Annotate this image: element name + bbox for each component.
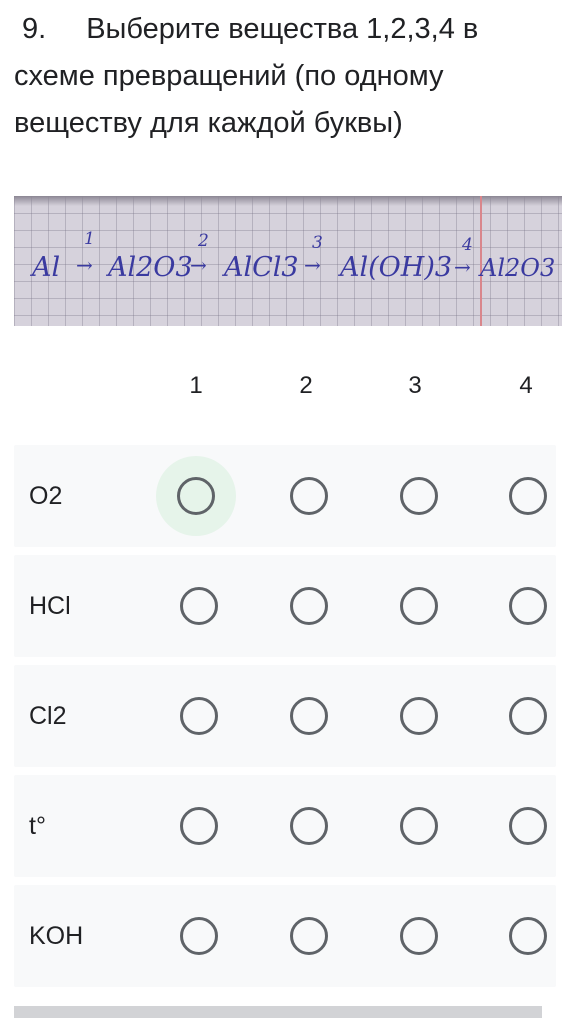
radio-t-col2[interactable] xyxy=(269,786,349,866)
radio-cl2-col1[interactable] xyxy=(159,676,239,756)
step-number-3: 3 xyxy=(312,233,323,253)
grid-row-t: t° xyxy=(14,775,556,877)
row-label: KOH xyxy=(29,922,84,950)
row-label: O2 xyxy=(29,482,63,510)
row-label: t° xyxy=(29,812,46,840)
radio-circle xyxy=(290,697,328,735)
radio-o2-col2[interactable] xyxy=(269,456,349,536)
radio-circle xyxy=(290,587,328,625)
radio-circle xyxy=(509,807,547,845)
radio-o2-col3[interactable] xyxy=(379,456,459,536)
radio-circle xyxy=(290,477,328,515)
radio-circle xyxy=(180,697,218,735)
radio-circle xyxy=(400,917,438,955)
radio-hcl-col1[interactable] xyxy=(159,566,239,646)
step-number-2: 2 xyxy=(197,231,209,251)
handwritten-scheme: Al 1 → Al2O3 2 → AlCl3 3 → Al(OH)3 4 → A… xyxy=(29,229,555,283)
arrow-2: → xyxy=(190,253,207,277)
radio-circle xyxy=(180,587,218,625)
radio-koh-col1[interactable] xyxy=(159,896,239,976)
radio-circle xyxy=(400,807,438,845)
question-text: Выберите вещества 1,2,3,4 в схеме превра… xyxy=(14,13,479,139)
compound-1: Al2O3 xyxy=(105,252,193,283)
radio-hcl-col3[interactable] xyxy=(379,566,459,646)
radio-circle xyxy=(509,917,547,955)
radio-cl2-col4[interactable] xyxy=(488,676,568,756)
radio-koh-col2[interactable] xyxy=(269,896,349,976)
column-header-1: 1 xyxy=(189,372,203,399)
radio-t-col3[interactable] xyxy=(379,786,459,866)
radio-circle xyxy=(180,807,218,845)
radio-koh-col3[interactable] xyxy=(379,896,459,976)
question-number: 9. xyxy=(22,13,47,45)
compound-0: Al xyxy=(29,252,60,283)
row-label: Cl2 xyxy=(29,702,67,730)
radio-hcl-col4[interactable] xyxy=(488,566,568,646)
radio-o2-col4[interactable] xyxy=(488,456,568,536)
arrow-3: → xyxy=(304,253,321,277)
radio-hcl-col2[interactable] xyxy=(269,566,349,646)
column-header-4: 4 xyxy=(519,372,533,399)
grid-row-cl2: Cl2 xyxy=(14,665,556,767)
grid-row-o2: O2 xyxy=(14,445,556,547)
column-header-2: 2 xyxy=(299,372,313,399)
radio-circle xyxy=(509,477,547,515)
radio-cl2-col3[interactable] xyxy=(379,676,459,756)
question-title: 9. Выберите вещества 1,2,3,4 в схеме прев… xyxy=(14,6,562,147)
transformation-scheme-image: Al 1 → Al2O3 2 → AlCl3 3 → Al(OH)3 4 → A… xyxy=(14,196,562,326)
row-label: HCl xyxy=(29,592,71,620)
arrow-4: → xyxy=(454,255,471,279)
arrow-1: → xyxy=(76,253,93,277)
radio-circle xyxy=(400,587,438,625)
radio-t-col1[interactable] xyxy=(159,786,239,866)
compound-3: Al(OH)3 xyxy=(337,252,452,283)
radio-circle xyxy=(290,917,328,955)
step-number-4: 4 xyxy=(461,235,473,255)
radio-t-col4[interactable] xyxy=(488,786,568,866)
column-header-3: 3 xyxy=(408,372,422,399)
horizontal-scrollbar[interactable] xyxy=(14,1006,542,1018)
radio-circle xyxy=(509,587,547,625)
compound-2: AlCl3 xyxy=(221,252,299,283)
radio-circle xyxy=(400,697,438,735)
grid-row-hcl: HCl xyxy=(14,555,556,657)
radio-koh-col4[interactable] xyxy=(488,896,568,976)
radio-circle xyxy=(290,807,328,845)
radio-circle xyxy=(509,697,547,735)
radio-circle xyxy=(400,477,438,515)
radio-circle xyxy=(180,917,218,955)
grid-row-koh: KOH xyxy=(14,885,556,987)
radio-cl2-col2[interactable] xyxy=(269,676,349,756)
compound-4: Al2O3 xyxy=(478,254,555,282)
step-number-1: 1 xyxy=(84,229,95,249)
radio-circle xyxy=(177,477,215,515)
radio-o2-col1[interactable] xyxy=(156,456,236,536)
